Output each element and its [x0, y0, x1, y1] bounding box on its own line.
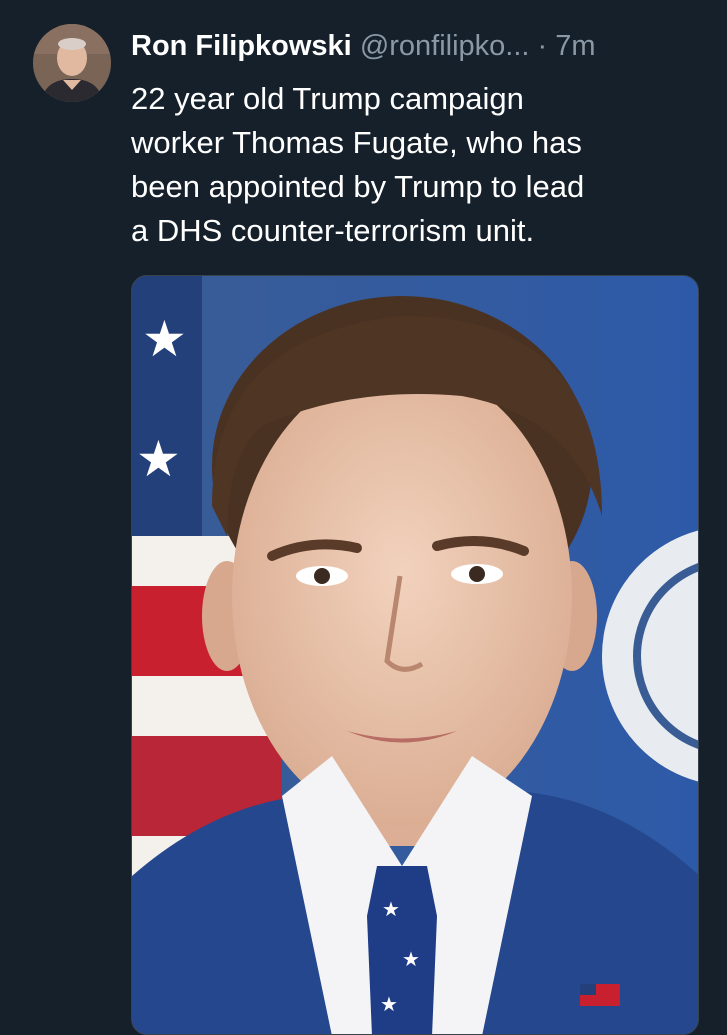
tweet-media[interactable]: ★ ★ ★ ★ ★ [131, 275, 699, 1035]
header-separator: · [537, 30, 548, 62]
author-avatar[interactable] [33, 24, 111, 102]
tweet[interactable]: Ron Filipkowski @ronfilipko... · 7m 22 y… [0, 0, 727, 1035]
portrait-photo-icon: ★ ★ ★ ★ ★ [132, 276, 698, 1034]
author-display-name[interactable]: Ron Filipkowski [131, 30, 352, 62]
svg-text:★: ★ [142, 310, 187, 368]
author-handle[interactable]: @ronfilipko... [360, 30, 530, 62]
svg-text:★: ★ [402, 947, 420, 971]
tweet-timestamp[interactable]: 7m [555, 30, 595, 62]
person-avatar-icon [33, 24, 111, 102]
svg-text:★: ★ [380, 992, 398, 1016]
tweet-text: 22 year old Trump campaign worker Thomas… [131, 81, 585, 248]
tweet-header: Ron Filipkowski @ronfilipko... · 7m [131, 26, 711, 66]
svg-text:★: ★ [136, 430, 181, 488]
svg-text:★: ★ [382, 897, 400, 921]
